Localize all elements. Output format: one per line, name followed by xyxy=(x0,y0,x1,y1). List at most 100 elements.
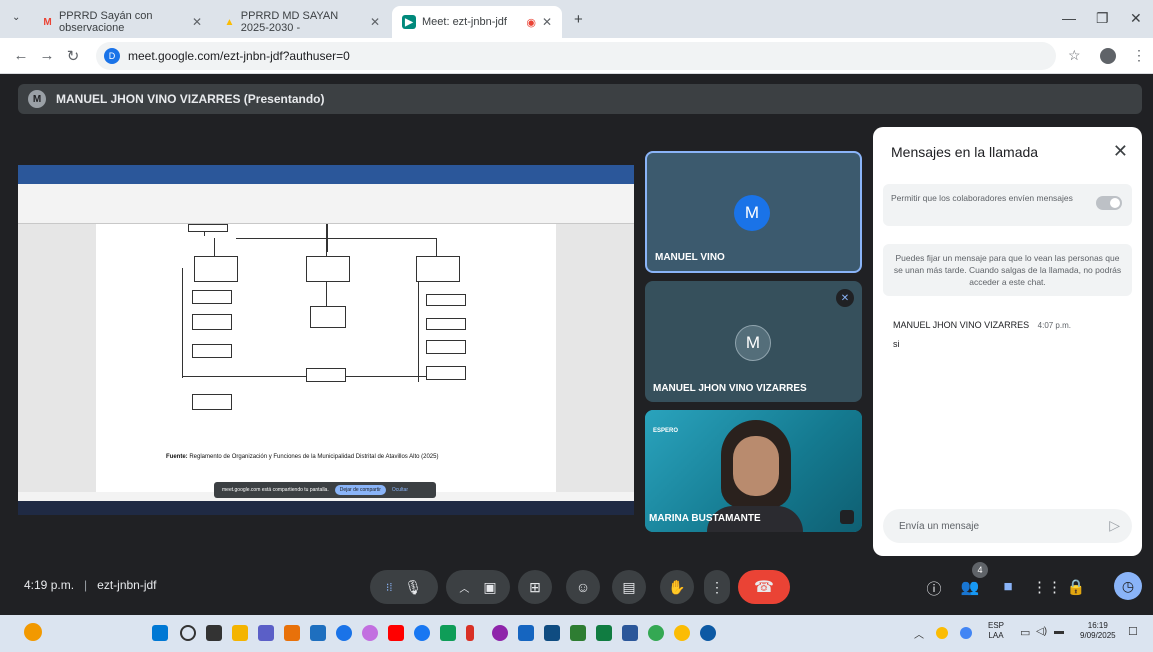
tray-app-icon[interactable] xyxy=(936,627,948,639)
facebook-icon[interactable] xyxy=(414,625,430,641)
tab-title: PPRRD Sayán con observacione xyxy=(58,10,153,34)
hang-up-icon: ☎ xyxy=(754,579,774,596)
allow-messages-toggle[interactable] xyxy=(1096,196,1122,210)
timer-icon[interactable]: ◷ xyxy=(1114,572,1142,600)
windows-taskbar: ︿ ESP LAA ▭ ◁) ▬ 16:19 9/09/2025 ☐ xyxy=(0,615,1153,652)
app-icon[interactable] xyxy=(362,625,378,641)
meet-icon: ▶ xyxy=(402,15,416,29)
app-icon[interactable] xyxy=(310,625,326,641)
gmail-icon: M xyxy=(43,16,52,28)
host-controls-icon[interactable]: 🔒 xyxy=(1066,578,1086,596)
close-window-icon[interactable]: ✕ xyxy=(1130,10,1142,27)
stop-sharing-button[interactable]: Dejar de compartir xyxy=(334,485,386,495)
raise-hand-button[interactable]: ✋ xyxy=(660,570,694,604)
bookmark-star-icon[interactable]: ☆ xyxy=(1068,47,1081,64)
restore-icon[interactable]: ❐ xyxy=(1096,10,1109,27)
menu-kebab-icon[interactable]: ⋮ xyxy=(1132,47,1146,64)
back-icon[interactable]: ← xyxy=(8,47,34,64)
start-icon[interactable] xyxy=(152,625,168,641)
camera-group[interactable]: ︿ ▣ xyxy=(446,570,510,604)
activities-icon[interactable]: ⋮⋮ xyxy=(1032,578,1062,596)
tab-gmail[interactable]: M PPRRD Sayán con observacione ✕ xyxy=(32,6,212,38)
chrome-icon[interactable] xyxy=(648,625,664,641)
app-icon[interactable] xyxy=(518,625,534,641)
site-info-icon[interactable]: D xyxy=(104,47,120,64)
new-tab-icon[interactable]: + xyxy=(574,11,583,28)
tab-drive[interactable]: ▲ PPRRD MD SAYAN 2025-2030 - ✕ xyxy=(214,6,390,38)
close-tab-icon[interactable]: ✕ xyxy=(192,15,202,29)
widgets-icon[interactable] xyxy=(232,625,248,641)
notification-icon[interactable] xyxy=(24,623,42,641)
camera-icon[interactable]: ▣ xyxy=(483,579,496,596)
chat-icon[interactable]: ■ xyxy=(998,578,1018,595)
word-icon[interactable] xyxy=(622,625,638,641)
minimize-icon[interactable]: — xyxy=(1062,10,1076,26)
recording-indicator-icon: ◉ xyxy=(526,16,536,29)
app-icon[interactable] xyxy=(492,625,508,641)
hand-icon: ✋ xyxy=(668,578,686,595)
app-icon[interactable] xyxy=(570,625,586,641)
muted-mic-icon: ✕ xyxy=(836,289,854,307)
profile-icon[interactable] xyxy=(1100,47,1116,64)
url-field[interactable]: D meet.google.com/ezt-jnbn-jdf?authuser=… xyxy=(96,41,1056,70)
tab-list-chevron-icon[interactable]: ⌄ xyxy=(12,12,20,23)
input-language[interactable]: ESP LAA xyxy=(988,621,1004,641)
taskview-icon[interactable] xyxy=(206,625,222,641)
info-icon[interactable]: ⓘ xyxy=(924,578,944,599)
more-vert-icon: ⋮ xyxy=(710,578,724,595)
forward-icon[interactable]: → xyxy=(34,47,60,64)
tray-chevron-icon[interactable]: ︿ xyxy=(914,626,924,641)
app-icon[interactable] xyxy=(336,625,352,641)
mic-icon[interactable]: 🎙 xyxy=(404,579,422,596)
app-icon[interactable] xyxy=(544,625,560,641)
audio-levels-icon: ⁝⁞ xyxy=(385,581,393,594)
participant-tile[interactable]: ESPERO MARINA BUSTAMANTE xyxy=(645,410,862,532)
chat-panel: Mensajes en la llamada ✕ Permitir que lo… xyxy=(873,127,1142,556)
battery-icon[interactable]: ▬ xyxy=(1054,626,1064,637)
mic-group[interactable]: ⁝⁞ 🎙 xyxy=(370,570,438,604)
chrome-icon[interactable] xyxy=(674,625,690,641)
participant-name: MANUEL JHON VINO VIZARRES xyxy=(653,383,807,394)
chevron-up-icon[interactable]: ︿ xyxy=(459,580,469,595)
chat-input[interactable]: Envía un mensaje ▷ xyxy=(883,509,1132,543)
leave-call-button[interactable]: ☎ xyxy=(738,570,790,604)
close-tab-icon[interactable]: ✕ xyxy=(542,15,552,29)
app-icon[interactable] xyxy=(284,625,300,641)
captions-button[interactable]: ▤ xyxy=(612,570,646,604)
chat-title: Mensajes en la llamada xyxy=(891,144,1039,160)
more-options-button[interactable]: ⋮ xyxy=(704,570,730,604)
edge-icon[interactable] xyxy=(700,625,716,641)
present-icon: ⊞ xyxy=(529,578,541,595)
presenter-bar: M MANUEL JHON VINO VIZARRES (Presentando… xyxy=(18,84,1142,114)
teams-icon[interactable] xyxy=(258,625,274,641)
present-button[interactable]: ⊞ xyxy=(518,570,552,604)
hide-button[interactable]: Ocultar xyxy=(392,487,408,493)
clock[interactable]: 16:19 9/09/2025 xyxy=(1080,621,1116,641)
youtube-icon[interactable] xyxy=(388,625,404,641)
emoji-icon: ☺ xyxy=(575,579,591,595)
app-icon[interactable] xyxy=(466,625,474,641)
avatar: M xyxy=(734,195,770,231)
close-icon[interactable]: ✕ xyxy=(1113,141,1128,162)
network-icon[interactable]: ▭ xyxy=(1020,626,1030,639)
notifications-bell-icon[interactable]: ☐ xyxy=(1128,625,1138,638)
address-bar: ← → ↻ D meet.google.com/ezt-jnbn-jdf?aut… xyxy=(0,38,1153,74)
tray-app-icon[interactable] xyxy=(960,627,972,639)
reload-icon[interactable]: ↻ xyxy=(60,47,86,65)
avatar: M xyxy=(735,325,771,361)
tab-meet[interactable]: ▶ Meet: ezt-jnbn-jdf ◉ ✕ xyxy=(392,6,562,38)
message-text: si xyxy=(893,339,900,349)
pin-icon[interactable] xyxy=(840,510,854,524)
participant-tile[interactable]: M MANUEL VINO xyxy=(645,151,862,273)
participant-tile[interactable]: ✕ M MANUEL JHON VINO VIZARRES xyxy=(645,281,862,402)
people-icon[interactable]: 👥 xyxy=(960,578,980,596)
emoji-button[interactable]: ☺ xyxy=(566,570,600,604)
app-icon[interactable] xyxy=(440,625,456,641)
close-tab-icon[interactable]: ✕ xyxy=(370,15,380,29)
search-icon[interactable] xyxy=(180,625,196,641)
excel-icon[interactable] xyxy=(596,625,612,641)
send-icon[interactable]: ▷ xyxy=(1109,517,1120,534)
word-ribbon xyxy=(18,184,634,224)
word-ribbon-tabs xyxy=(18,175,634,184)
volume-icon[interactable]: ◁) xyxy=(1036,626,1047,637)
